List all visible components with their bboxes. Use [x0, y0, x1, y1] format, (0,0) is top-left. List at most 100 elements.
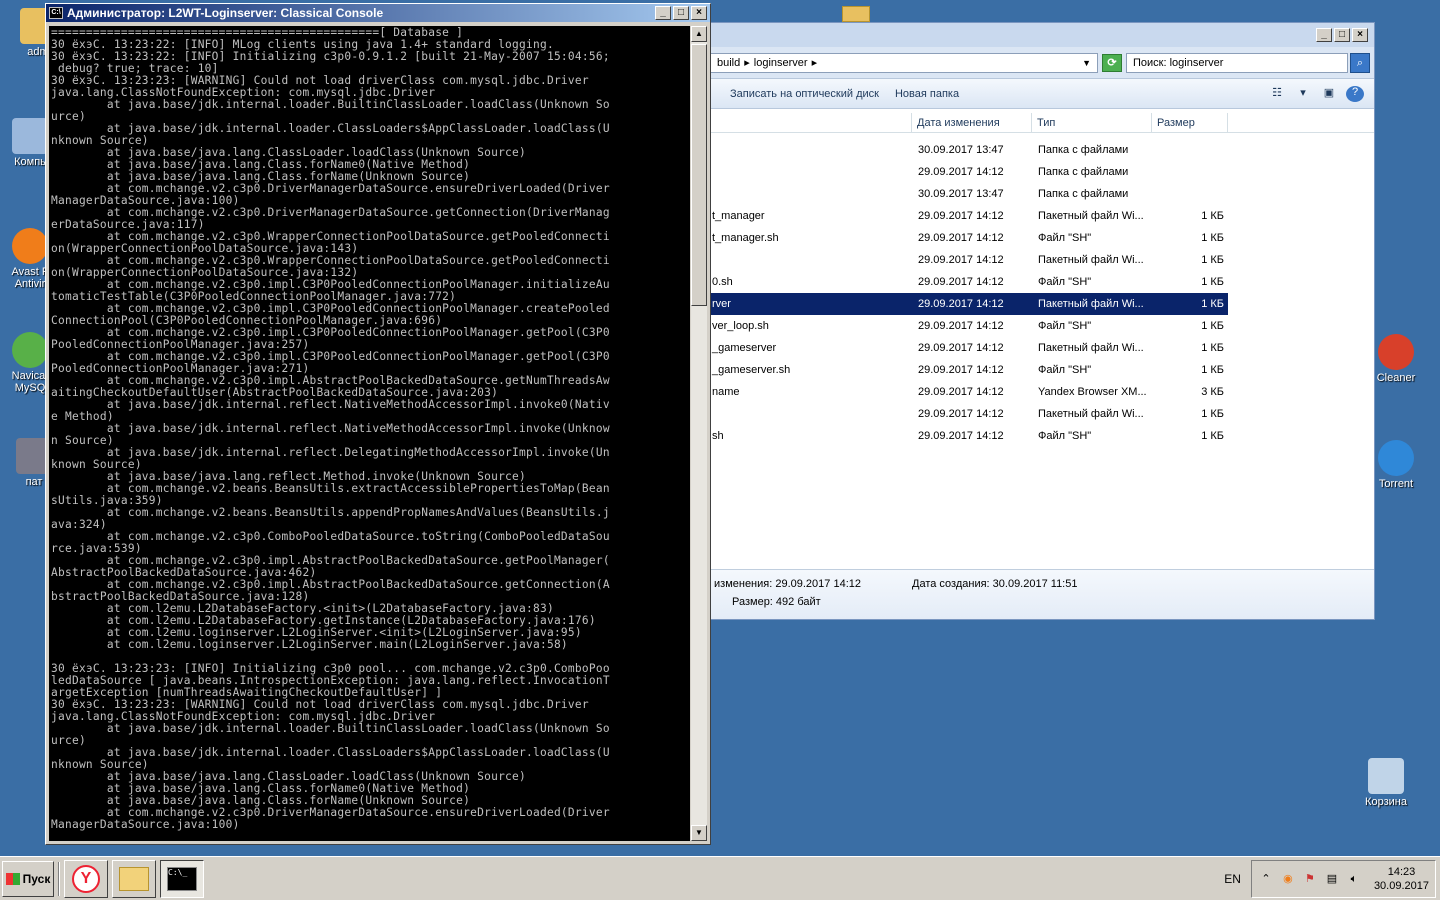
taskbar-separator: [58, 861, 60, 896]
file-row[interactable]: rver 29.09.2017 14:12 Пакетный файл Wi... 1…: [706, 293, 1228, 315]
file-type: Пакетный файл Wi...: [1038, 408, 1144, 420]
file-row[interactable]: _gameserver.sh 29.09.2017 14:12 Файл "SH" 1…: [706, 359, 1374, 381]
utorrent-icon: [1378, 440, 1414, 476]
breadcrumb-sep-icon[interactable]: ▸: [812, 56, 818, 69]
preview-pane-icon[interactable]: ▣: [1320, 86, 1338, 102]
explorer-window[interactable]: _ □ × build ▸ loginserver ▸ ▼ ⟳ Поиск: l…: [705, 22, 1375, 620]
file-name: 0.sh: [712, 276, 733, 288]
file-row[interactable]: 29.09.2017 14:12 Папка с файлами: [706, 161, 1374, 183]
new-folder-button[interactable]: Новая папка: [895, 88, 959, 100]
burn-disc-button[interactable]: Записать на оптический диск: [730, 88, 879, 100]
console-scrollbar[interactable]: ▲ ▼: [691, 26, 707, 841]
explorer-titlebar[interactable]: _ □ ×: [706, 23, 1374, 47]
file-row[interactable]: t_manager 29.09.2017 14:12 Пакетный файл W…: [706, 205, 1374, 227]
file-row[interactable]: name 29.09.2017 14:12 Yandex Browser XM...…: [706, 381, 1374, 403]
column-name[interactable]: [706, 113, 912, 132]
file-size: 1 КБ: [1201, 430, 1224, 442]
chevron-up-icon[interactable]: ⌃: [1258, 871, 1274, 887]
explorer-toolbar: Записать на оптический диск Новая папка …: [706, 79, 1374, 109]
clock-time: 14:23: [1387, 866, 1416, 878]
console-text: ========================================…: [51, 26, 610, 831]
file-name: ver_loop.sh: [712, 320, 769, 332]
file-date: 29.09.2017 14:12: [918, 430, 1004, 442]
help-icon[interactable]: ?: [1346, 85, 1364, 102]
file-type: Yandex Browser XM...: [1038, 386, 1147, 398]
desktop-icon-utorrent[interactable]: Torrent: [1366, 440, 1426, 490]
file-row[interactable]: ver_loop.sh 29.09.2017 14:12 Файл "SH" 1 КБ: [706, 315, 1374, 337]
scroll-down-icon[interactable]: ▼: [691, 825, 707, 841]
refresh-button[interactable]: ⟳: [1102, 53, 1122, 72]
folder-icon[interactable]: [842, 6, 870, 22]
minimize-button[interactable]: _: [655, 6, 671, 20]
file-type: Папка с файлами: [1038, 144, 1129, 156]
scroll-up-icon[interactable]: ▲: [691, 26, 707, 42]
file-name: [706, 139, 912, 161]
ccleaner-icon: [1378, 334, 1414, 370]
file-row[interactable]: 30.09.2017 13:47 Папка с файлами: [706, 183, 1374, 205]
console-window[interactable]: C:\ Администратор: L2WT-Loginserver: Cla…: [45, 3, 711, 845]
file-date: 29.09.2017 14:12: [918, 364, 1004, 376]
breadcrumb-sep-icon[interactable]: ▸: [744, 56, 750, 69]
desktop-icon-ccleaner[interactable]: Cleaner: [1366, 334, 1426, 384]
search-input[interactable]: Поиск: loginserver: [1126, 52, 1348, 73]
navicat-icon: [12, 332, 48, 368]
cmd-icon: C:\_: [167, 866, 197, 891]
avast-tray-icon[interactable]: ◉: [1280, 871, 1296, 887]
file-row[interactable]: 29.09.2017 14:12 Пакетный файл Wi... 1 КБ: [706, 403, 1374, 425]
file-type: Файл "SH": [1038, 232, 1092, 244]
file-row[interactable]: _gameserver 29.09.2017 14:12 Пакетный файл…: [706, 337, 1374, 359]
taskbar: Пуск Y C:\_ EN ⌃ ◉ ⚑ ▤ 🔈︎ 14:23 30.09.20…: [0, 856, 1440, 900]
maximize-button[interactable]: □: [673, 6, 689, 20]
file-list[interactable]: Дата изменения Тип Размер 30.09.2017 13:…: [706, 113, 1374, 567]
minimize-button[interactable]: _: [1316, 28, 1332, 42]
column-date[interactable]: Дата изменения: [912, 113, 1032, 132]
file-row[interactable]: sh 29.09.2017 14:12 Файл "SH" 1 КБ: [706, 425, 1374, 447]
file-name: t_manager.sh: [712, 232, 779, 244]
system-tray: EN ⌃ ◉ ⚑ ▤ 🔈︎ 14:23 30.09.2017: [1224, 857, 1440, 900]
console-output[interactable]: ========================================…: [49, 26, 690, 841]
file-row[interactable]: 0.sh 29.09.2017 14:12 Файл "SH" 1 КБ: [706, 271, 1374, 293]
volume-icon[interactable]: 🔈︎: [1346, 871, 1362, 887]
file-name: _gameserver.sh: [712, 364, 791, 376]
search-icon[interactable]: ⌕: [1350, 52, 1370, 73]
address-bar[interactable]: build ▸ loginserver ▸ ▼: [710, 52, 1098, 73]
file-size: 1 КБ: [1201, 364, 1224, 376]
start-button[interactable]: Пуск: [2, 860, 54, 897]
avast-icon: [12, 228, 48, 264]
close-button[interactable]: ×: [691, 6, 707, 20]
console-titlebar[interactable]: C:\ Администратор: L2WT-Loginserver: Cla…: [46, 4, 710, 22]
file-row[interactable]: 30.09.2017 13:47 Папка с файлами: [706, 139, 1374, 161]
file-size: [1152, 139, 1228, 161]
close-button[interactable]: ×: [1352, 28, 1368, 42]
action-center-icon[interactable]: ⚑: [1302, 871, 1318, 887]
taskbar-yandex-browser[interactable]: Y: [64, 859, 108, 898]
scroll-thumb[interactable]: [691, 44, 707, 306]
taskbar-console[interactable]: C:\_: [160, 859, 204, 898]
language-indicator[interactable]: EN: [1224, 872, 1241, 886]
column-type[interactable]: Тип: [1032, 113, 1152, 132]
chevron-down-icon[interactable]: ▾: [1294, 86, 1312, 102]
view-options-icon[interactable]: ☷: [1268, 86, 1286, 102]
network-icon[interactable]: ▤: [1324, 871, 1340, 887]
maximize-button[interactable]: □: [1334, 28, 1350, 42]
column-size[interactable]: Размер: [1152, 113, 1228, 132]
breadcrumb-build[interactable]: build: [717, 57, 740, 69]
desktop-icon-recycle-bin[interactable]: Корзина: [1356, 758, 1416, 808]
details-modified: изменения: 29.09.2017 14:12: [714, 578, 861, 590]
start-label: Пуск: [22, 871, 51, 886]
chevron-down-icon[interactable]: ▼: [1082, 58, 1091, 68]
file-row[interactable]: t_manager.sh 29.09.2017 14:12 Файл "SH" 1 К…: [706, 227, 1374, 249]
details-size: Размер: 492 байт: [732, 596, 821, 608]
file-row[interactable]: 29.09.2017 14:12 Пакетный файл Wi... 1 КБ: [706, 249, 1374, 271]
column-header: Дата изменения Тип Размер: [706, 113, 1374, 133]
file-type: Файл "SH": [1038, 320, 1092, 332]
breadcrumb-loginserver[interactable]: loginserver: [754, 57, 808, 69]
file-date: 29.09.2017 14:12: [918, 276, 1004, 288]
file-type: Файл "SH": [1038, 276, 1092, 288]
yandex-browser-icon: Y: [72, 864, 100, 893]
recycle-bin-icon: [1368, 758, 1404, 794]
clock[interactable]: 14:23 30.09.2017: [1374, 865, 1429, 893]
file-date: 29.09.2017 14:12: [918, 232, 1004, 244]
file-name: t_manager: [712, 210, 765, 222]
taskbar-explorer[interactable]: [112, 859, 156, 898]
